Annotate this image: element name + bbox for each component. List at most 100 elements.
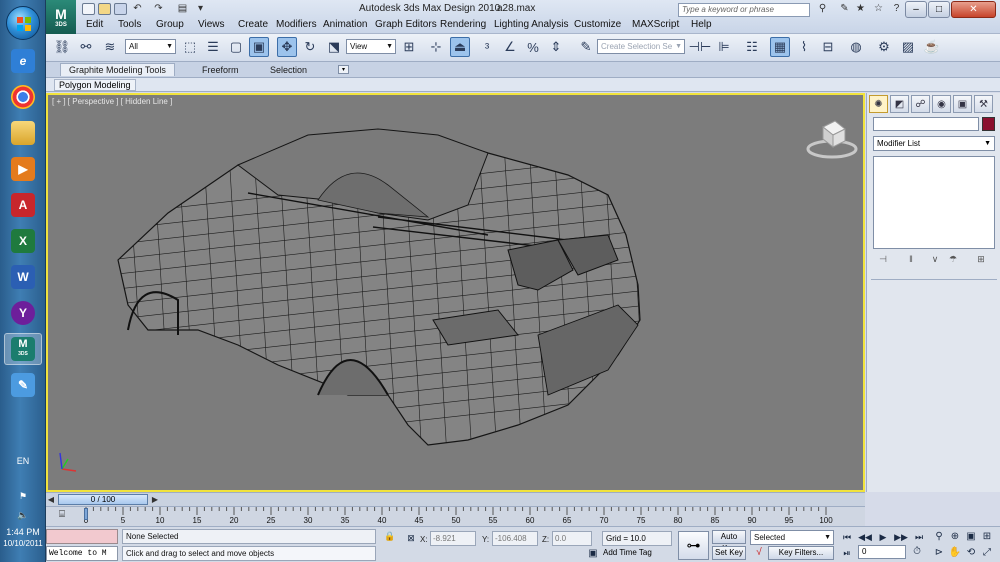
unlink-selection-icon[interactable]: ⚯ — [76, 37, 96, 57]
ribbon-minimize-icon[interactable]: ▾ — [338, 65, 349, 74]
render-setup-icon[interactable]: ⚙ — [874, 37, 894, 57]
taskbar-media-player[interactable]: ▶ — [4, 153, 42, 185]
tab-selection[interactable]: Selection — [262, 64, 315, 76]
binoculars-icon[interactable]: ⚲ — [816, 3, 829, 16]
add-time-tag[interactable]: Add Time Tag — [603, 548, 652, 557]
set-key-button[interactable]: Set Key — [712, 546, 746, 560]
percent-snap-icon[interactable]: % — [523, 37, 543, 57]
taskbar-yahoo-messenger[interactable]: Y — [4, 297, 42, 329]
modifier-list-dropdown[interactable]: Modifier List ▼ — [873, 136, 995, 151]
infocenter-search-input[interactable]: Type a keyword or phrase — [678, 3, 810, 17]
menu-create[interactable]: Create — [238, 19, 268, 30]
language-indicator[interactable]: EN — [0, 456, 46, 466]
select-and-link-icon[interactable]: ⛓ — [52, 37, 72, 57]
material-editor-icon[interactable]: ◍ — [846, 37, 866, 57]
undo-icon[interactable]: ↶ — [131, 3, 144, 16]
minimize-button[interactable]: – — [905, 1, 927, 18]
layer-manager-icon[interactable]: ☷ — [742, 37, 762, 57]
start-button[interactable] — [6, 6, 40, 40]
set-keys-icon[interactable]: ⊶ — [678, 531, 709, 560]
bind-space-warp-icon[interactable]: ≋ — [100, 37, 120, 57]
curve-editor-icon[interactable]: ⌇ — [794, 37, 814, 57]
zoom-icon[interactable]: ⚲ — [932, 530, 946, 544]
tab-freeform[interactable]: Freeform — [194, 64, 247, 76]
keyboard-shortcut-override-icon[interactable]: ⏏ — [450, 37, 470, 57]
time-configuration-icon[interactable]: ⏱ — [910, 545, 924, 559]
z-coordinate-field[interactable]: 0.0 — [552, 531, 592, 546]
select-and-move-icon[interactable]: ✥ — [277, 37, 297, 57]
viewcube-icon[interactable] — [805, 117, 859, 161]
maxscript-listener-output[interactable] — [46, 529, 118, 544]
maxscript-listener-input[interactable]: Welcome to M — [46, 546, 118, 561]
redo-icon[interactable]: ↷ — [152, 3, 165, 16]
taskbar-acrobat[interactable]: A — [4, 189, 42, 221]
clock-time[interactable]: 1:44 PM — [0, 527, 46, 537]
x-coordinate-field[interactable]: -8.921 — [430, 531, 476, 546]
select-object-icon[interactable]: ⬚ — [180, 37, 200, 57]
select-by-name-icon[interactable]: ☰ — [203, 37, 223, 57]
mirror-icon[interactable]: ⊣⊢ — [689, 37, 712, 57]
reference-coordinate-dropdown[interactable]: View ▼ — [346, 39, 396, 54]
modify-tab-icon[interactable]: ◩ — [890, 95, 909, 113]
pan-view-icon[interactable]: ✋ — [948, 546, 962, 560]
align-icon[interactable]: ⊫ — [714, 37, 734, 57]
next-frame-icon[interactable]: ▶▶ — [894, 530, 908, 544]
taskbar-3dsmax[interactable]: M 3DS — [4, 333, 42, 365]
current-frame-field[interactable]: 0 — [858, 545, 906, 559]
playhead[interactable] — [84, 508, 88, 520]
taskbar-word[interactable]: W — [4, 261, 42, 293]
open-file-icon[interactable] — [98, 3, 111, 15]
time-slider-prev-icon[interactable]: ◀ — [46, 494, 56, 506]
create-tab-icon[interactable]: ✺ — [869, 95, 888, 113]
save-file-icon[interactable] — [114, 3, 127, 15]
select-and-manipulate-icon[interactable]: ⊹ — [426, 37, 446, 57]
orbit-icon[interactable]: ⟲ — [964, 546, 978, 560]
track-bar[interactable]: ⌸ 0 5 10 15 20 25 30 35 40 45 50 55 60 65 70 75 80 85 90 95… — [46, 506, 865, 526]
motion-tab-icon[interactable]: ◉ — [932, 95, 951, 113]
selection-lock-icon[interactable]: 🔒 — [384, 531, 396, 544]
mini-curve-editor-icon[interactable]: ⌸ — [54, 509, 70, 523]
show-end-result-icon[interactable]: ‖ — [905, 254, 917, 266]
new-scene-icon[interactable] — [82, 3, 95, 15]
tray-volume-icon[interactable]: 🔈 — [0, 510, 46, 521]
snaps-toggle-icon[interactable]: ³ — [477, 37, 497, 57]
taskbar-chrome[interactable] — [4, 81, 42, 113]
y-coordinate-field[interactable]: -106.408 — [492, 531, 538, 546]
tray-network-icon[interactable]: ⚑ — [0, 491, 46, 502]
menu-rendering[interactable]: Rendering — [440, 19, 486, 30]
absolute-relative-toggle-icon[interactable]: ⊠ — [404, 531, 418, 545]
maximize-viewport-icon[interactable]: ⤢ — [980, 546, 994, 560]
play-icon[interactable]: ▶ — [876, 530, 890, 544]
taskbar-paint[interactable]: ✎ — [4, 369, 42, 401]
default-in-out-tangents-icon[interactable]: √ — [752, 546, 766, 560]
menu-lighting-analysis[interactable]: Lighting Analysis — [494, 19, 569, 30]
clock-date[interactable]: 10/10/2011 — [0, 539, 46, 548]
menu-modifiers[interactable]: Modifiers — [276, 19, 317, 30]
menu-customize[interactable]: Customize — [574, 19, 621, 30]
make-unique-icon[interactable]: ∨ — [929, 254, 941, 266]
select-and-scale-icon[interactable]: ⬔ — [324, 37, 344, 57]
field-of-view-icon[interactable]: ⊳ — [932, 546, 946, 560]
object-name-field[interactable] — [873, 117, 979, 131]
time-tag-icon[interactable]: ▣ — [586, 547, 600, 561]
menu-animation[interactable]: Animation — [323, 19, 367, 30]
menu-tools[interactable]: Tools — [118, 19, 141, 30]
edit-named-selection-icon[interactable]: ✎ — [576, 37, 596, 57]
go-to-start-icon[interactable]: ⏮ — [840, 530, 854, 544]
close-button[interactable]: ✕ — [951, 1, 996, 18]
pivot-center-icon[interactable]: ⊞ — [399, 37, 419, 57]
utilities-tab-icon[interactable]: ⚒ — [974, 95, 993, 113]
car-wireframe-model[interactable] — [48, 95, 863, 490]
named-selection-dropdown[interactable]: Create Selection Se ▼ — [597, 39, 685, 54]
menu-edit[interactable]: Edit — [86, 19, 103, 30]
selection-filter-dropdown[interactable]: All ▼ — [125, 39, 176, 54]
select-and-rotate-icon[interactable]: ↻ — [300, 37, 320, 57]
configure-modifier-sets-icon[interactable]: ⊞ — [975, 254, 987, 266]
rendered-frame-window-icon[interactable]: ▨ — [898, 37, 918, 57]
taskbar-ie[interactable]: e — [4, 45, 42, 77]
zoom-extents-all-icon[interactable]: ⊞ — [980, 530, 994, 544]
hierarchy-tab-icon[interactable]: ☍ — [911, 95, 930, 113]
help-icon[interactable]: ? — [890, 3, 903, 16]
application-button[interactable]: M 3DS — [46, 0, 76, 34]
communication-center-icon[interactable]: ★ — [854, 3, 867, 16]
